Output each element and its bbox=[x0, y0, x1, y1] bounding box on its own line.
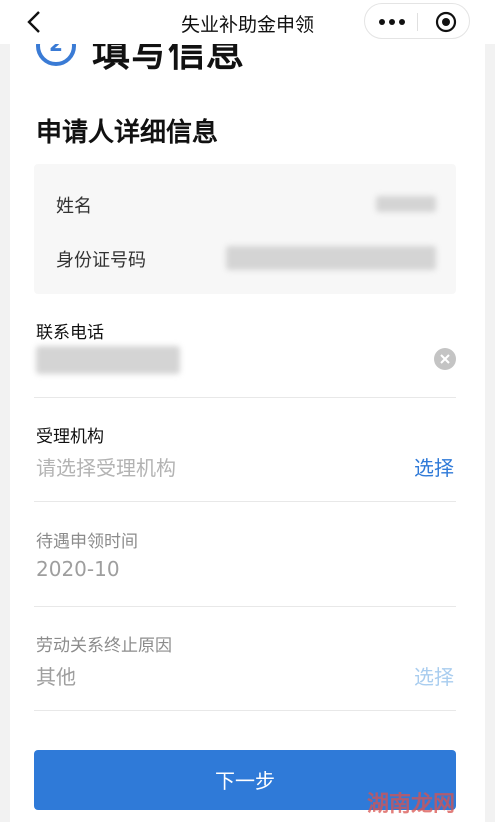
divider bbox=[34, 606, 456, 607]
form-sheet: 2 填写信息 申请人详细信息 姓名 身份证号码 联系电话 受理机构 请选择受理机… bbox=[10, 44, 485, 822]
id-number-label: 身份证号码 bbox=[56, 250, 146, 271]
phone-input-redacted[interactable] bbox=[36, 346, 180, 374]
name-label: 姓名 bbox=[56, 196, 92, 217]
id-number-value-redacted bbox=[226, 246, 436, 270]
more-dots-icon[interactable] bbox=[379, 18, 405, 26]
termination-select-button: 选择 bbox=[414, 665, 454, 689]
agency-label: 受理机构 bbox=[36, 427, 104, 447]
divider bbox=[34, 501, 456, 502]
mini-program-capsule bbox=[364, 3, 470, 39]
step-header: 2 填写信息 bbox=[10, 44, 485, 74]
step-number: 2 bbox=[49, 44, 63, 56]
claim-period-label: 待遇申领时间 bbox=[36, 532, 138, 552]
nav-bar: 失业补助金申领 bbox=[0, 0, 495, 44]
termination-reason-value: 其他 bbox=[36, 665, 76, 689]
applicant-info-box: 姓名 身份证号码 bbox=[34, 164, 456, 294]
section-title: 申请人详细信息 bbox=[36, 118, 219, 148]
divider bbox=[34, 710, 456, 711]
divider bbox=[34, 397, 456, 398]
step-number-badge: 2 bbox=[36, 44, 76, 66]
claim-period-value: 2020-10 bbox=[36, 557, 120, 581]
phone-label: 联系电话 bbox=[36, 323, 104, 343]
name-value-redacted bbox=[376, 196, 436, 212]
agency-select-button[interactable]: 选择 bbox=[414, 452, 454, 481]
site-watermark: 湖南龙网 bbox=[367, 792, 456, 817]
step-title: 填写信息 bbox=[92, 44, 245, 74]
clear-circle-icon[interactable] bbox=[434, 348, 456, 370]
termination-reason-label: 劳动关系终止原因 bbox=[36, 636, 172, 656]
agency-placeholder[interactable]: 请选择受理机构 bbox=[36, 452, 176, 481]
target-circle-icon[interactable] bbox=[435, 11, 457, 33]
capsule-divider bbox=[417, 13, 418, 31]
